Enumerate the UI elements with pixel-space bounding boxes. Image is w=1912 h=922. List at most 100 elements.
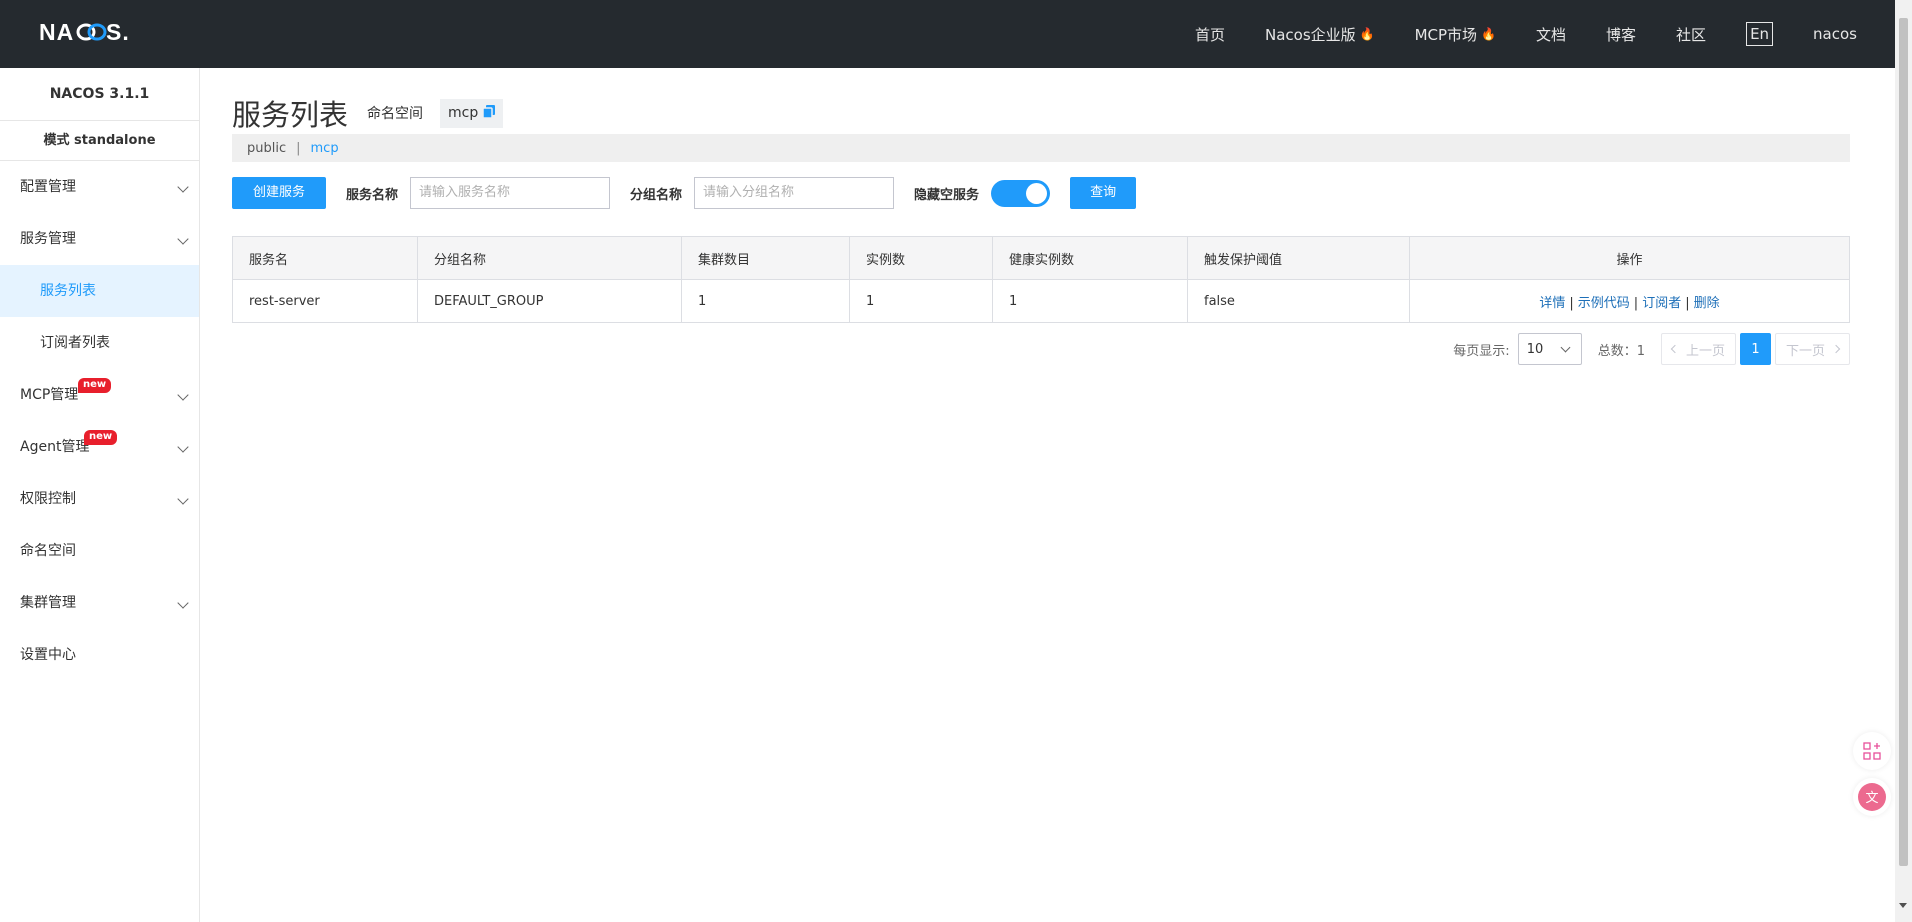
user-menu[interactable]: nacos xyxy=(1813,25,1857,43)
cell-healthy: 1 xyxy=(992,279,1188,323)
namespace-chip: mcp xyxy=(440,98,504,128)
nav-community[interactable]: 社区 xyxy=(1676,24,1706,45)
chevron-down-icon xyxy=(177,441,189,453)
sidebar-item-label: 命名空间 xyxy=(20,543,76,559)
nav-home[interactable]: 首页 xyxy=(1195,24,1225,45)
column-header: 分组名称 xyxy=(417,236,682,280)
nacos-logo-icon: NA S. xyxy=(39,20,130,44)
nav-docs-label: 文档 xyxy=(1536,25,1567,44)
cell-instances: 1 xyxy=(849,279,993,323)
next-page-label: 下一页 xyxy=(1785,343,1825,359)
page-size-value: 10 xyxy=(1526,341,1544,357)
sidebar-item-label: 订阅者列表 xyxy=(40,335,110,351)
sidebar-item-label: 权限控制 xyxy=(20,491,76,507)
sidebar-item-service-mgmt[interactable]: 服务管理 xyxy=(0,213,199,265)
scroll-thumb[interactable] xyxy=(1899,18,1908,866)
sidebar-item-label: 集群管理 xyxy=(20,595,76,611)
filter-toolbar: 创建服务 服务名称 请输入服务名称 分组名称 请输入分组名称 隐藏空服务 查询 xyxy=(232,177,1850,209)
query-button[interactable]: 查询 xyxy=(1070,177,1137,209)
namespace-bar: public | mcp xyxy=(232,134,1850,162)
sidebar-item-subscribers[interactable]: 订阅者列表 xyxy=(0,317,199,369)
sidebar-item-cluster[interactable]: 集群管理 xyxy=(0,577,199,629)
create-service-button[interactable]: 创建服务 xyxy=(232,177,327,209)
user-name: nacos xyxy=(1813,25,1857,43)
chevron-down-icon xyxy=(177,597,189,609)
mode-label: 模式 standalone xyxy=(0,121,199,161)
nav-blog-label: 博客 xyxy=(1606,25,1637,44)
page-scrollbar[interactable] xyxy=(1895,0,1912,922)
page-size-label: 每页显示: xyxy=(1453,343,1510,359)
translate-button[interactable]: 文 xyxy=(1853,778,1891,816)
sidebar-item-config[interactable]: 配置管理 xyxy=(0,161,199,213)
pagination: 每页显示: 10 总数：1 上一页 1 下一页 xyxy=(1453,333,1850,365)
namespace-public-link[interactable]: public xyxy=(247,141,286,156)
top-header: NA S. 首页 Nacos企业版 🔥 MCP市场 🔥 文档 博客 社区 En na… xyxy=(0,0,1895,68)
cell-operations: 详情 | 示例代码 | 订阅者 | 删除 xyxy=(1409,279,1850,323)
sidebar-item-label: MCP管理 xyxy=(20,387,79,403)
column-header: 实例数 xyxy=(849,236,993,280)
sidebar-item-agent[interactable]: Agent管理 new xyxy=(0,421,199,473)
new-badge: new xyxy=(84,430,118,445)
service-name-placeholder: 请输入服务名称 xyxy=(419,185,511,200)
nacos-logo[interactable]: NA S. xyxy=(39,18,135,46)
grid-add-icon xyxy=(1863,742,1881,760)
hide-empty-toggle[interactable] xyxy=(991,179,1051,207)
nav-enterprise-label: Nacos企业版 xyxy=(1264,25,1356,44)
sidebar-item-settings[interactable]: 设置中心 xyxy=(0,629,199,681)
cell-service-name: rest-server xyxy=(232,279,418,323)
detail-link[interactable]: 详情 xyxy=(1539,296,1565,311)
group-name-label: 分组名称 xyxy=(630,187,683,203)
language-switch[interactable]: En xyxy=(1746,22,1774,46)
fire-icon: 🔥 xyxy=(1481,27,1497,41)
page-number-current[interactable]: 1 xyxy=(1739,333,1771,365)
namespace-separator: | xyxy=(296,140,301,156)
app-grid-button[interactable] xyxy=(1853,732,1891,770)
chevron-left-icon xyxy=(1670,344,1680,354)
sidebar-item-service-list[interactable]: 服务列表 xyxy=(0,265,199,317)
language-label: En xyxy=(1746,22,1774,46)
chevron-down-icon xyxy=(177,493,189,505)
nav-enterprise[interactable]: Nacos企业版 🔥 xyxy=(1265,24,1375,45)
scroll-down-arrow-icon[interactable] xyxy=(1899,903,1907,908)
table-row: rest-server DEFAULT_GROUP 1 1 1 false 详情… xyxy=(232,279,1850,323)
svg-text:文: 文 xyxy=(1865,791,1878,806)
nav-home-label: 首页 xyxy=(1194,25,1225,44)
namespace-mcp-link[interactable]: mcp xyxy=(311,141,339,156)
subscribers-link[interactable]: 订阅者 xyxy=(1642,296,1681,311)
page-title: 服务列表 xyxy=(232,98,349,132)
sidebar-item-label: 服务管理 xyxy=(20,231,76,247)
sidebar-item-label: 设置中心 xyxy=(20,647,76,663)
sidebar: NACOS 3.1.1 模式 standalone 配置管理 服务管理 服务列表… xyxy=(0,68,200,922)
op-separator: | xyxy=(1685,295,1690,311)
service-name-input[interactable]: 请输入服务名称 xyxy=(410,177,611,209)
column-header: 健康实例数 xyxy=(992,236,1188,280)
svg-text:S.: S. xyxy=(106,20,130,44)
next-page-button[interactable]: 下一页 xyxy=(1774,333,1850,365)
column-header: 触发保护阈值 xyxy=(1187,236,1410,280)
cell-group-name: DEFAULT_GROUP xyxy=(417,279,682,323)
prev-page-label: 上一页 xyxy=(1685,343,1725,359)
svg-text:NA: NA xyxy=(39,20,74,44)
op-separator: | xyxy=(1569,295,1574,311)
page-size-select[interactable]: 10 xyxy=(1517,333,1582,365)
nav-docs[interactable]: 文档 xyxy=(1536,24,1566,45)
group-name-input[interactable]: 请输入分组名称 xyxy=(694,177,895,209)
nav-blog[interactable]: 博客 xyxy=(1606,24,1636,45)
column-header: 集群数目 xyxy=(681,236,850,280)
sidebar-item-mcp[interactable]: MCP管理 new xyxy=(0,369,199,421)
prev-page-button[interactable]: 上一页 xyxy=(1660,333,1736,365)
nav-mcp-market[interactable]: MCP市场 🔥 xyxy=(1415,24,1496,45)
namespace-value: mcp xyxy=(448,105,479,121)
copy-icon[interactable] xyxy=(482,104,496,122)
column-header: 操作 xyxy=(1409,236,1850,280)
column-header: 服务名 xyxy=(232,236,418,280)
top-nav: 首页 Nacos企业版 🔥 MCP市场 🔥 文档 博客 社区 En nacos xyxy=(1155,0,1857,68)
sidebar-item-auth[interactable]: 权限控制 xyxy=(0,473,199,525)
sample-code-link[interactable]: 示例代码 xyxy=(1578,296,1630,311)
table-header-row: 服务名 分组名称 集群数目 实例数 健康实例数 触发保护阈值 操作 xyxy=(232,236,1850,280)
chevron-down-icon xyxy=(177,389,189,401)
sidebar-item-namespace[interactable]: 命名空间 xyxy=(0,525,199,577)
cell-protect: false xyxy=(1187,279,1410,323)
translate-icon: 文 xyxy=(1858,783,1886,811)
delete-link[interactable]: 删除 xyxy=(1694,296,1720,311)
